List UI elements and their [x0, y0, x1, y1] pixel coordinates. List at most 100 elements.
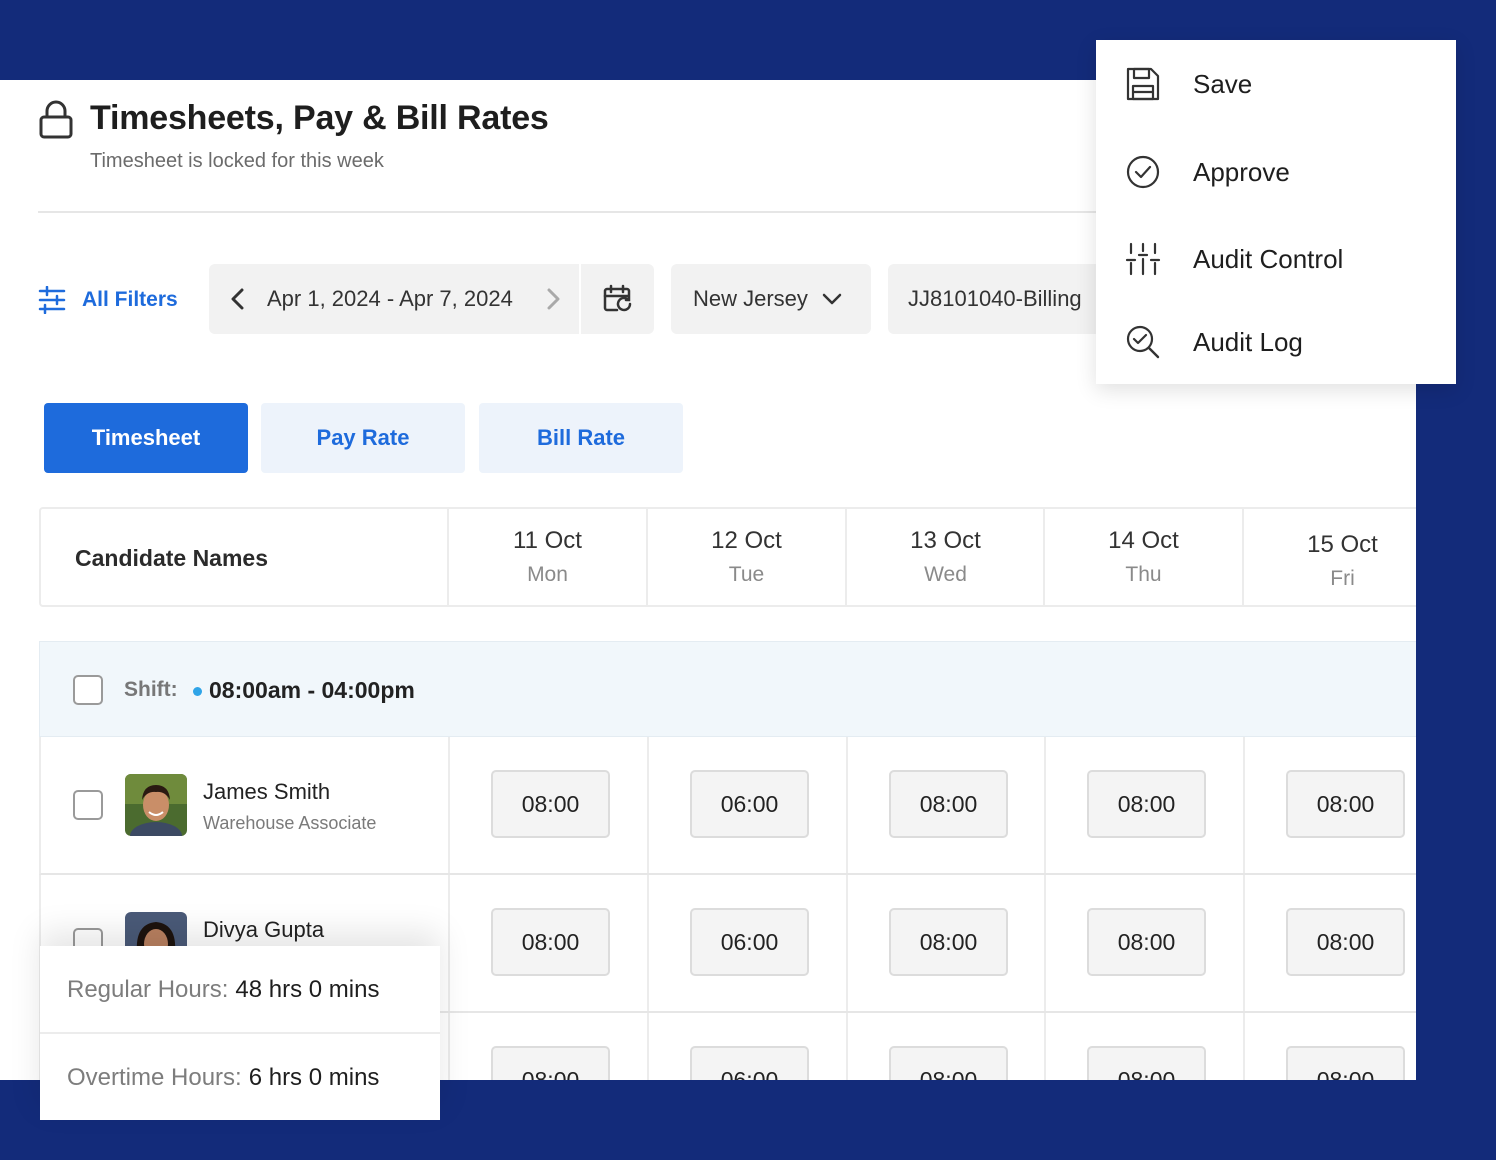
- filter-sliders-icon: [38, 286, 66, 314]
- all-filters-label: All Filters: [82, 288, 178, 311]
- candidate-name: James Smith: [203, 779, 331, 804]
- menu-item-label: Audit Control: [1193, 243, 1344, 274]
- check-circle-icon: [1126, 155, 1160, 189]
- hour-cell: 08:00: [1243, 875, 1442, 1011]
- hours-input[interactable]: 06:00: [690, 1046, 809, 1080]
- hour-cell: 08:00: [448, 875, 647, 1011]
- hours-input[interactable]: 08:00: [889, 908, 1008, 976]
- candidate-name: Divya Gupta: [203, 917, 325, 942]
- candidate-names-header: Candidate Names: [75, 545, 269, 571]
- hour-cell: 06:00: [647, 1013, 846, 1080]
- day-header: 14 Oct Thu: [1043, 509, 1242, 605]
- actions-menu: Save Approve Audit Control Audit Log: [1096, 40, 1456, 384]
- hours-input[interactable]: 06:00: [690, 908, 809, 976]
- regular-hours-row: Regular Hours: 48 hrs 0 mins: [40, 946, 440, 1033]
- shift-time: 08:00am - 04:00pm: [209, 677, 415, 703]
- search-check-icon: [1126, 325, 1160, 359]
- hours-input[interactable]: 08:00: [1087, 908, 1206, 976]
- hours-input[interactable]: 08:00: [1286, 770, 1405, 838]
- menu-item-audit-control[interactable]: Audit Control: [1096, 215, 1456, 303]
- avatar: [125, 774, 187, 836]
- day-name: Fri: [1330, 567, 1355, 590]
- day-header: 11 Oct Mon: [447, 509, 646, 605]
- tab-pay-rate[interactable]: Pay Rate: [261, 403, 465, 473]
- menu-item-label: Save: [1193, 68, 1253, 99]
- menu-item-audit-log[interactable]: Audit Log: [1096, 298, 1456, 386]
- job-dropdown-value: JJ8101040-Billing: [908, 286, 1082, 311]
- hours-input[interactable]: 08:00: [1087, 770, 1206, 838]
- calendar-refresh-icon: [603, 284, 631, 312]
- hour-cell: 08:00: [846, 1013, 1045, 1080]
- overtime-hours-row: Overtime Hours: 6 hrs 0 mins: [40, 1034, 440, 1121]
- hours-input[interactable]: 08:00: [1286, 908, 1405, 976]
- hour-cell: 06:00: [647, 737, 846, 873]
- header-divider: [38, 211, 1118, 213]
- hour-cell: 08:00: [1044, 737, 1243, 873]
- day-name: Mon: [527, 563, 568, 586]
- day-header: 12 Oct Tue: [646, 509, 845, 605]
- state-dropdown-value: New Jersey: [693, 286, 808, 311]
- hours-input[interactable]: 08:00: [491, 770, 610, 838]
- overtime-hours-value: 6 hrs 0 mins: [248, 1063, 380, 1091]
- tab-timesheet[interactable]: Timesheet: [44, 403, 248, 473]
- shift-status-dot: [193, 687, 202, 696]
- row-checkbox[interactable]: [73, 790, 103, 820]
- chevron-left-icon: [231, 288, 244, 310]
- hours-summary-card: Regular Hours: 48 hrs 0 mins Overtime Ho…: [40, 946, 440, 1120]
- hour-cell: 08:00: [448, 1013, 647, 1080]
- hours-input[interactable]: 08:00: [491, 1046, 610, 1080]
- menu-item-label: Audit Log: [1193, 326, 1303, 357]
- state-dropdown[interactable]: New Jersey: [671, 264, 871, 334]
- day-date: 15 Oct: [1307, 531, 1378, 558]
- hours-input[interactable]: 08:00: [491, 908, 610, 976]
- regular-hours-value: 48 hrs 0 mins: [235, 975, 380, 1003]
- table-row: James Smith Warehouse Associate 08:00 06…: [39, 737, 1439, 875]
- hour-cell: 08:00: [1243, 737, 1442, 873]
- day-date: 14 Oct: [1108, 527, 1179, 554]
- hours-input[interactable]: 06:00: [690, 770, 809, 838]
- day-name: Tue: [728, 563, 765, 586]
- tab-bill-rate[interactable]: Bill Rate: [479, 403, 683, 473]
- table-header-row: Candidate Names 11 Oct Mon 12 Oct Tue 13…: [39, 507, 1439, 607]
- hours-input[interactable]: 08:00: [889, 1046, 1008, 1080]
- hour-cell: 06:00: [647, 875, 846, 1011]
- hour-cell: 08:00: [846, 737, 1045, 873]
- hour-cell: 08:00: [1044, 1013, 1243, 1080]
- menu-item-save[interactable]: Save: [1096, 40, 1456, 128]
- hours-input[interactable]: 08:00: [1286, 1046, 1405, 1080]
- overtime-hours-label: Overtime Hours:: [67, 1063, 242, 1091]
- day-date: 12 Oct: [711, 527, 782, 554]
- day-header: 13 Oct Wed: [845, 509, 1044, 605]
- chevron-right-icon: [547, 288, 560, 310]
- menu-item-approve[interactable]: Approve: [1096, 128, 1456, 216]
- hours-input[interactable]: 08:00: [889, 770, 1008, 838]
- hour-cell: 08:00: [846, 875, 1045, 1011]
- shift-label: Shift:: [124, 678, 178, 701]
- menu-item-label: Approve: [1193, 156, 1290, 187]
- hour-cell: 08:00: [1044, 875, 1243, 1011]
- shift-checkbox[interactable]: [73, 675, 103, 705]
- lock-icon: [39, 100, 73, 139]
- chevron-down-icon: [822, 293, 842, 305]
- shift-row: Shift: 08:00am - 04:00pm: [39, 641, 1439, 737]
- sliders-icon: [1125, 242, 1161, 276]
- date-range-picker: Apr 1, 2024 - Apr 7, 2024: [209, 264, 654, 334]
- hour-cell: 08:00: [448, 737, 647, 873]
- day-date: 11 Oct: [513, 527, 582, 554]
- calendar-reset-button[interactable]: [581, 264, 654, 334]
- page-subtitle: Timesheet is locked for this week: [90, 150, 384, 172]
- save-icon: [1126, 67, 1160, 101]
- hour-cell: 08:00: [1243, 1013, 1416, 1080]
- candidate-role: Warehouse Associate: [203, 813, 377, 833]
- date-range-text: Apr 1, 2024 - Apr 7, 2024: [267, 286, 513, 311]
- day-name: Thu: [1125, 563, 1162, 586]
- day-name: Wed: [924, 563, 967, 586]
- regular-hours-label: Regular Hours:: [67, 975, 229, 1003]
- date-next-button[interactable]: [527, 264, 579, 334]
- day-header: 15 Oct Fri: [1242, 509, 1441, 605]
- hours-input[interactable]: 08:00: [1087, 1046, 1206, 1080]
- date-prev-button[interactable]: [209, 264, 267, 334]
- day-date: 13 Oct: [910, 527, 981, 554]
- page-title: Timesheets, Pay & Bill Rates: [90, 99, 549, 137]
- all-filters-button[interactable]: All Filters: [38, 284, 178, 316]
